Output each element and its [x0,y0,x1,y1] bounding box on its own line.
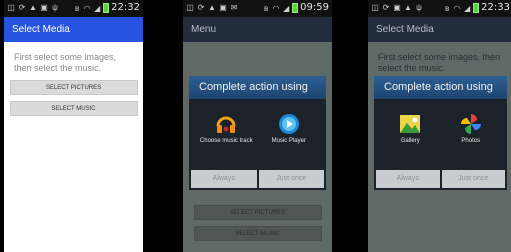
signal-icon: ◢ [464,3,471,13]
email-icon: ✉ [230,3,238,12]
app-label: Choose music track [199,138,253,144]
app-option-choose-music-track[interactable]: Choose music track [196,112,256,168]
notification-icon: ◫ [186,3,194,12]
notification-icon: ◫ [371,3,379,12]
signal-icon: ◢ [94,3,101,13]
just-once-button[interactable]: Just once [258,170,324,188]
image-icon: ▣ [393,3,401,12]
headphones-icon [216,116,236,133]
warning-icon: ▲ [29,3,37,12]
sync-icon: ⟳ [382,3,390,12]
action-bar-title: Select Media [4,17,143,42]
app-label: Gallery [400,138,420,144]
app-label: Music Player [271,138,306,144]
phone-screen-picture-chooser: ◫ ⟳ ▣ ▲ ψ ʙ ◠ ◢ 22:33 Select Media First… [368,0,511,252]
notification-icon: ◫ [7,3,15,12]
bluetooth-icon: ʙ [75,3,80,13]
battery-icon [292,3,299,13]
app-option-gallery[interactable]: Gallery [380,112,440,168]
phone-screen-select-media: ◫ ⟳ ▲ ▣ ψ ʙ ◠ ◢ 22:32 Select Media First… [4,0,143,252]
status-bar: ◫ ⟳ ▣ ▲ ψ ʙ ◠ ◢ 22:33 [368,0,511,17]
status-bar: ◫ ⟳ ▲ ▣ ✉ ʙ ◠ ◢ 09:59 [183,0,332,17]
usb-icon: ψ [52,3,58,12]
signal-icon: ◢ [283,3,290,13]
dialog-title: Complete action using [189,76,326,99]
action-bar-title: Menu [183,17,332,42]
wifi-icon: ◠ [453,3,461,13]
warning-icon: ▲ [404,3,412,12]
always-button[interactable]: Always [191,170,257,188]
battery-icon [103,3,110,13]
dialog-title: Complete action using [374,76,507,99]
sync-icon: ⟳ [18,3,26,12]
instruction-text: First select some images, then select th… [378,52,501,73]
select-pictures-button[interactable]: SELECT PICTURES [193,205,322,220]
app-option-music-player[interactable]: Music Player [259,112,319,168]
select-music-button[interactable]: SELECT MUSIC [193,226,322,241]
sync-icon: ⟳ [197,3,205,12]
gallery-icon [400,115,421,133]
app-label: Photos [461,138,481,144]
status-bar: ◫ ⟳ ▲ ▣ ψ ʙ ◠ ◢ 22:32 [4,0,143,17]
warning-icon: ▲ [208,3,216,12]
status-clock: 22:32 [111,2,140,13]
bluetooth-icon: ʙ [445,3,450,13]
select-music-button[interactable]: SELECT MUSIC [9,101,138,116]
status-clock: 09:59 [300,2,329,13]
image-icon: ▣ [40,3,48,12]
bluetooth-icon: ʙ [264,3,269,13]
app-option-photos[interactable]: Photos [441,112,501,168]
complete-action-dialog: Complete action using Choose music track… [189,76,326,190]
phone-screen-music-chooser: ◫ ⟳ ▲ ▣ ✉ ʙ ◠ ◢ 09:59 Menu Complete acti… [183,0,332,252]
action-bar-title: Select Media [368,17,511,42]
wifi-icon: ◠ [272,3,280,13]
status-clock: 22:33 [481,2,510,13]
complete-action-dialog: Complete action using Gallery Photos Alw… [374,76,507,190]
just-once-button[interactable]: Just once [441,170,505,188]
battery-icon [473,3,480,13]
select-pictures-button[interactable]: SELECT PICTURES [9,80,138,95]
instruction-text: First select some images, then select th… [14,52,117,73]
music-player-icon [278,114,299,134]
always-button[interactable]: Always [376,170,440,188]
photos-pinwheel-icon [460,114,481,134]
wifi-icon: ◠ [83,3,91,13]
image-icon: ▣ [219,3,227,12]
usb-icon: ψ [416,3,422,12]
